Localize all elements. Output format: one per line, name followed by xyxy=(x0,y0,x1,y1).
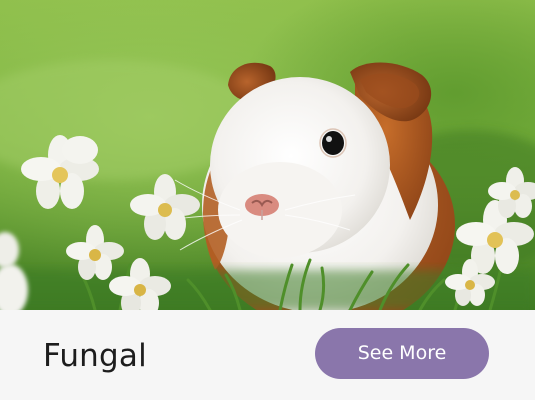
card-footer: Fungal See More xyxy=(0,310,535,400)
guinea-pig-photo xyxy=(0,0,535,310)
see-more-button[interactable]: See More xyxy=(315,328,489,379)
card-image xyxy=(0,0,535,310)
card-title: Fungal xyxy=(43,338,147,374)
product-card: Fungal See More xyxy=(0,0,535,400)
